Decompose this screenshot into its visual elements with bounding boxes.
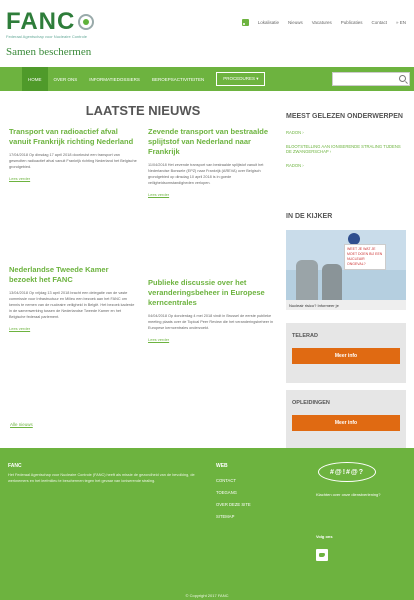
training-title: OPLEIDINGEN [292, 400, 330, 406]
article-title[interactable]: Publieke discussie over het veranderings… [148, 278, 276, 308]
nav-item-home[interactable]: Home [22, 67, 48, 91]
nav-item-informatiedossiers[interactable]: Informatiedossiers [83, 67, 146, 91]
footer-link-contact[interactable]: CONTACT [216, 478, 236, 483]
article-body: 17/04/2018 Op dinsdag 17 april 2018 door… [9, 153, 137, 169]
main-nav: Home Over ons Informatiedossiers Beroeps… [0, 67, 414, 91]
top-link-contact[interactable]: Contact [371, 20, 387, 25]
article-title[interactable]: Nederlandse Tweede Kamer bezoekt het FAN… [9, 265, 137, 285]
complaints-logo[interactable]: #@!#@? [318, 462, 376, 482]
featured-title: IN DE KIJKER [286, 213, 333, 220]
nav-item-over-ons[interactable]: Over ons [48, 67, 84, 91]
follow-us-label: Volg ons [316, 534, 333, 539]
footer-link-sitemap[interactable]: SITEMAP [216, 514, 234, 519]
telerad-title: TELERAD [292, 333, 318, 339]
article-title[interactable]: Zevende transport van bestraalde splijts… [148, 127, 276, 157]
popular-link[interactable]: RADON [286, 163, 406, 168]
article-body: 11/04/2018 Het zevende transport van bes… [148, 163, 264, 185]
read-more-link[interactable]: Lees verder [9, 176, 137, 181]
read-more-link[interactable]: Lees verder [9, 326, 137, 331]
news-article: Publieke discussie over het veranderings… [148, 278, 276, 342]
popular-link[interactable]: RADON [286, 130, 406, 135]
logo-subtitle: Federaal Agentschap voor Nucleaire Contr… [6, 34, 87, 39]
popular-topics: MEEST GELEZEN ONDERWERPEN RADON BLOOTSTE… [286, 112, 406, 168]
fanc-logo[interactable]: FANC [6, 8, 95, 36]
twitter-icon[interactable] [316, 549, 328, 561]
popular-topics-title: MEEST GELEZEN ONDERWERPEN [286, 113, 403, 120]
popular-link[interactable]: BLOOTSTELLING AAN IONISERENDE STRALING T… [286, 144, 406, 154]
search-input[interactable] [332, 72, 410, 86]
news-article: Transport van radioactief afval vanuit F… [9, 127, 137, 181]
rss-icon[interactable] [241, 19, 249, 26]
cooling-tower-image [322, 264, 342, 300]
top-link-publicaties[interactable]: Publicaties [341, 20, 363, 25]
footer-about-title: FANC [8, 463, 22, 469]
all-news-link[interactable]: Alle nieuws [10, 422, 33, 427]
top-link-nieuws[interactable]: Nieuws [288, 20, 303, 25]
search-icon[interactable] [399, 75, 406, 82]
complaints-link[interactable]: Klachten over onze dienstverlening? [316, 492, 386, 497]
article-title[interactable]: Transport van radioactief afval vanuit F… [9, 127, 137, 147]
footer-links-title: WEB [216, 463, 228, 469]
telerad-panel: TELERAD Meer info [286, 323, 406, 383]
language-switch[interactable]: » EN [396, 20, 406, 25]
article-body: 04/04/2018 Op donderdag 4 mei 2018 vindt… [148, 314, 274, 330]
copyright: © Copyright 2017 FANC [185, 593, 229, 598]
read-more-link[interactable]: Lees verder [148, 337, 276, 342]
nav-item-beroepsactiviteiten[interactable]: Beroepsactiviteiten [146, 67, 210, 91]
news-article: Zevende transport van bestraalde splijts… [148, 127, 276, 197]
video-card-text: WEET JE WAT JE MOET DOEN BIJ EEN NUCLEAI… [344, 244, 386, 270]
footer-link-toegang[interactable]: TOEGANG [216, 490, 237, 495]
footer-about-text: Het Federaal Agentschap voor Nucleaire C… [8, 473, 195, 483]
footer: FANC Het Federaal Agentschap voor Nuclea… [0, 448, 414, 600]
top-links: Lokalisatie Nieuws Vacatures Publicaties… [241, 19, 406, 26]
top-link-vacatures[interactable]: Vacatures [312, 20, 332, 25]
footer-link-over-deze-site[interactable]: OVER DEZE SITE [216, 502, 251, 507]
featured-video[interactable]: WEET JE WAT JE MOET DOEN BIJ EEN NUCLEAI… [286, 230, 406, 300]
telerad-more-info-button[interactable]: Meer info [292, 348, 400, 364]
tagline: Samen beschermen [6, 46, 92, 58]
video-caption[interactable]: Nucleair risico? Informeer je [286, 300, 406, 310]
top-link-lokalisatie[interactable]: Lokalisatie [258, 20, 279, 25]
latest-news-title: LAATSTE NIEUWS [85, 103, 201, 118]
logo-text: FANC [6, 8, 76, 35]
nav-item-procedures[interactable]: Procedures ▾ [216, 72, 266, 86]
cooling-tower-image [296, 260, 318, 300]
news-article: Nederlandse Tweede Kamer bezoekt het FAN… [9, 265, 137, 331]
training-panel: OPLEIDINGEN Meer info [286, 390, 406, 450]
logo-mark-icon [78, 14, 95, 30]
read-more-link[interactable]: Lees verder [148, 192, 276, 197]
training-more-info-button[interactable]: Meer info [292, 415, 400, 431]
page: FANC Federaal Agentschap voor Nucleaire … [0, 0, 414, 600]
article-body: 13/04/2018 Op vrijdag 13 april 2018 brac… [9, 291, 135, 319]
